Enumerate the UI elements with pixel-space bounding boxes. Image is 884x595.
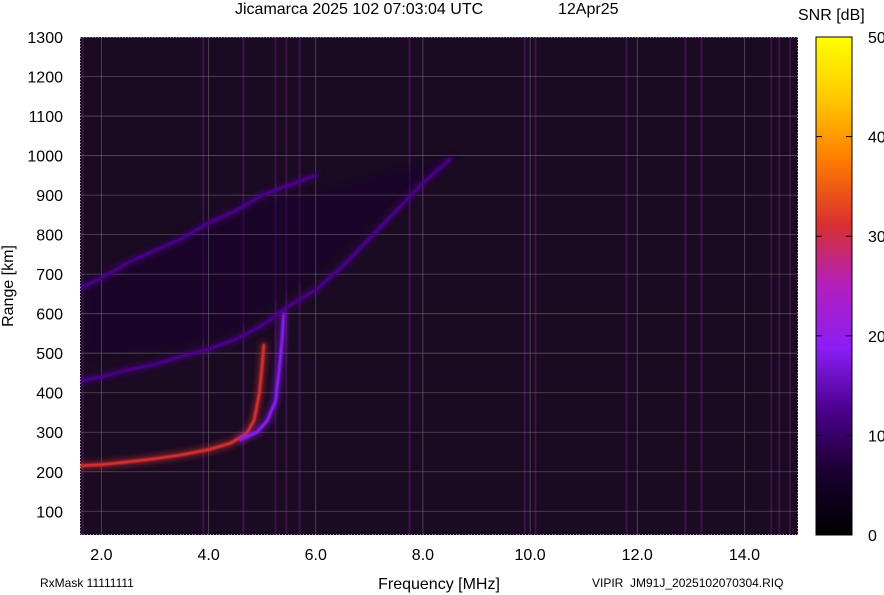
noise-streak <box>534 37 537 535</box>
y-tick-label: 800 <box>36 228 63 245</box>
noise-streak <box>408 37 411 535</box>
noise-streak <box>770 37 773 535</box>
noise-streak <box>700 37 703 535</box>
y-tick-label: 900 <box>36 188 63 205</box>
chart-title: Jicamarca 2025 102 07:03:04 UTC <box>235 1 483 18</box>
colorbar <box>815 36 853 536</box>
chart-date-label: 12Apr25 <box>558 1 619 18</box>
noise-streak <box>523 37 526 535</box>
y-tick-label: 500 <box>36 346 63 363</box>
ionogram-chart: Jicamarca 2025 102 07:03:04 UTC 12Apr25 … <box>0 1 884 593</box>
noise-streak <box>778 37 781 535</box>
plot-area <box>80 37 798 535</box>
noise-streak <box>684 37 687 535</box>
noise-streak <box>788 37 791 535</box>
y-tick-label: 200 <box>36 465 63 482</box>
x-tick-label: 2.0 <box>90 547 112 564</box>
colorbar-tick-label: 30 <box>868 229 884 246</box>
x-tick-label: 12.0 <box>622 547 653 564</box>
x-tick-label: 4.0 <box>197 547 219 564</box>
x-tick-label: 8.0 <box>412 547 434 564</box>
y-tick-label: 300 <box>36 425 63 442</box>
y-tick-label: 400 <box>36 386 63 403</box>
file-info-label: VIPIR JM91J_2025102070304.RIQ <box>592 576 783 590</box>
y-tick-label: 600 <box>36 307 63 324</box>
x-tick-label: 6.0 <box>305 547 327 564</box>
colorbar-tick-label: 20 <box>868 329 884 346</box>
y-tick-label: 1300 <box>27 30 63 47</box>
y-tick-label: 1200 <box>27 70 63 87</box>
colorbar-tick-label: 0 <box>868 528 877 545</box>
y-axis-label: Range [km] <box>0 245 17 327</box>
y-tick-label: 100 <box>36 504 63 521</box>
y-tick-label: 1000 <box>27 149 63 166</box>
noise-streak <box>625 37 628 535</box>
colorbar-tick-label: 40 <box>868 130 884 147</box>
y-tick-label: 1100 <box>29 109 64 126</box>
x-tick-label: 14.0 <box>729 547 760 564</box>
x-axis-label: Frequency [MHz] <box>378 576 500 593</box>
noise-streak <box>298 37 301 535</box>
x-axis-ticks: 2.0 4.0 6.0 8.0 10.0 12.0 14.0 <box>90 547 760 564</box>
rxmask-label: RxMask 11111111 <box>40 576 134 590</box>
colorbar-tick-label: 50 <box>868 30 884 47</box>
colorbar-label: SNR [dB] <box>798 7 865 24</box>
x-tick-label: 10.0 <box>515 547 546 564</box>
y-tick-label: 700 <box>36 267 63 284</box>
y-axis-ticks: 100 200 300 400 500 600 700 800 900 1000 1100 1200 1… <box>27 30 63 521</box>
colorbar-tick-label: 10 <box>868 428 884 445</box>
